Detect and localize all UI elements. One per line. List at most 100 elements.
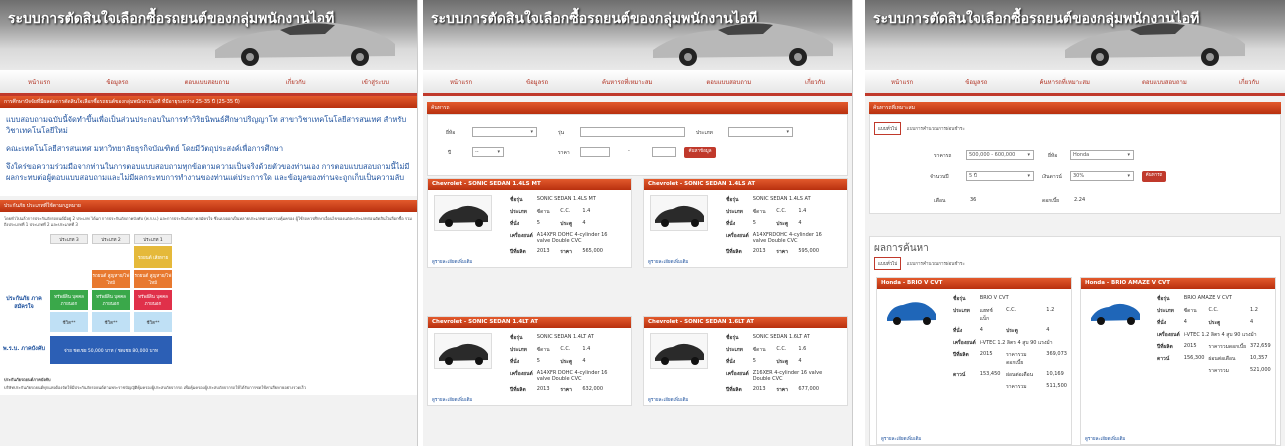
- car-spec-table: ชื่อรุ่น SONIC SEDAN 1.4LT AT ประเภท ซีดาน…: [510, 333, 617, 397]
- spec-label: ราคารวม: [1208, 368, 1229, 374]
- diagram-cell: ชีวิต**: [92, 312, 130, 332]
- spec-value: Z16XER 4-cylinder 16 valve Double CVC: [752, 370, 823, 382]
- nav-car-info[interactable]: ข้อมูลรถ: [106, 77, 128, 87]
- nav-home[interactable]: หน้าแรก: [28, 77, 50, 87]
- tab-general[interactable]: แบบทั่วไป: [874, 122, 902, 135]
- type-select[interactable]: ▾: [728, 127, 793, 137]
- spec-value: i-VTEC 1.2 ลิตร 4 สูบ 90 แรงม้า: [1183, 332, 1257, 338]
- price-label: ราคารถ: [934, 153, 952, 159]
- spec-label: ราคา: [776, 387, 788, 393]
- section-bar: การศึกษาปัจจัยที่มีผลต่อการตัดสินใจเลือก…: [0, 96, 417, 108]
- more-details-link[interactable]: ดูรายละเอียดเพิ่มเติม: [1085, 435, 1125, 442]
- nav-survey[interactable]: ตอบแบบสอบถาม: [185, 77, 230, 87]
- chevron-down-icon: ▾: [530, 129, 533, 135]
- car-card: Chevrolet - SONIC SEDAN 1.6LT AT ชื่อรุ่…: [643, 316, 848, 406]
- more-details-link[interactable]: ดูรายละเอียดเพิ่มเติม: [432, 258, 472, 265]
- price-max-input[interactable]: [652, 147, 676, 157]
- spec-value: 4: [582, 358, 586, 364]
- intro-paragraph: แบบสอบถามฉบับนี้จัดทำขึ้นเพื่อเป็นส่วนปร…: [6, 115, 407, 135]
- years-value: 5 ปี: [969, 173, 977, 179]
- spec-label: C.C.: [776, 346, 787, 352]
- nav-find-car[interactable]: ค้นหารถที่เหมาะสม: [602, 77, 652, 87]
- nav-car-info[interactable]: ข้อมูลรถ: [965, 77, 987, 87]
- nav-about[interactable]: เกี่ยวกับ: [1239, 77, 1259, 87]
- more-details-link[interactable]: ดูรายละเอียดเพิ่มเติม: [648, 396, 688, 403]
- spec-value: 2015: [1183, 343, 1197, 349]
- nav-survey[interactable]: ตอบแบบสอบถาม: [1142, 77, 1187, 87]
- spec-label: ดาวน์: [1157, 356, 1170, 362]
- nav-login[interactable]: เข้าสู่ระบบ: [362, 77, 389, 87]
- diagram-cell: รถยนต์ สูญหาย/ไฟไหม้: [134, 270, 172, 288]
- spec-label: ชื่อรุ่น: [953, 296, 966, 302]
- spec-value: 372,659: [1250, 343, 1271, 349]
- spec-label: ประตู: [560, 359, 573, 365]
- nav-about[interactable]: เกี่ยวกับ: [286, 77, 306, 87]
- nav-home[interactable]: หน้าแรก: [891, 77, 913, 87]
- spec-value: 5: [536, 220, 540, 226]
- year-select[interactable]: -- ▾: [472, 147, 504, 157]
- find-car-button[interactable]: ค้นหารถ: [1142, 171, 1166, 182]
- diagram-side-label: พ.ร.บ. ภาคบังคับ: [3, 346, 45, 352]
- spec-label: C.C.: [1006, 307, 1017, 313]
- spec-label: ผ่อนต่อเดือน: [1006, 372, 1034, 378]
- nav-home[interactable]: หน้าแรก: [450, 77, 472, 87]
- price-min-input[interactable]: [580, 147, 610, 157]
- spec-value: 153,450: [979, 371, 1001, 377]
- nav-find-car[interactable]: ค้นหารถที่เหมาะสม: [1040, 77, 1090, 87]
- spec-value: 565,000: [582, 248, 603, 254]
- results-section: ผลการค้นหา แบบทั่วไป แบบการคำนวณการผ่อนช…: [869, 236, 1281, 446]
- spec-label: ประตู: [560, 221, 573, 227]
- spec-label: เครื่องยนต์: [510, 371, 533, 377]
- price-label: ราคา: [558, 150, 570, 156]
- months-label: เดือน: [934, 198, 946, 204]
- spec-value: 5: [536, 358, 540, 364]
- brand-select[interactable]: Honda ▾: [1070, 150, 1134, 160]
- spec-value: 4: [582, 220, 586, 226]
- price-range-select[interactable]: 500,000 - 600,000 ▾: [966, 150, 1034, 160]
- model-input[interactable]: [580, 127, 685, 137]
- spec-value: 2013: [752, 386, 766, 392]
- tab-installment[interactable]: แบบการคำนวณการผ่อนชำระ: [907, 262, 965, 267]
- spec-label: ราคา: [560, 387, 572, 393]
- model-label: รุ่น: [558, 130, 565, 136]
- main-nav: หน้าแรก ข้อมูลรถ ค้นหารถที่เหมาะสม ตอบแบ…: [865, 70, 1285, 96]
- nav-survey[interactable]: ตอบแบบสอบถาม: [706, 77, 751, 87]
- more-details-link[interactable]: ดูรายละเอียดเพิ่มเติม: [432, 396, 472, 403]
- car-card-title: Chevrolet - SONIC SEDAN 1.6LT AT: [644, 317, 847, 328]
- down-select[interactable]: 30% ▾: [1070, 171, 1134, 181]
- car-photo: [434, 195, 492, 231]
- rate-value: 2.24: [1074, 197, 1086, 203]
- spec-value: 1.4: [582, 346, 591, 352]
- car-spec-table: ชื่อรุ่น BRIO V CVT ประเภท แฮทช์แบ็ก C.C. 1.…: [953, 294, 1071, 394]
- spec-value: ซีดาน: [536, 347, 550, 353]
- spec-value: ซีดาน: [1183, 308, 1197, 314]
- tab-general[interactable]: แบบทั่วไป: [874, 257, 902, 270]
- spec-value: 10,169: [1046, 371, 1064, 377]
- spec-value: 10,357: [1250, 355, 1268, 361]
- insurance-text: โดยทั่วไปแล้วการประกันภัยรถยนต์มีอยู่ 2 …: [0, 212, 417, 232]
- years-select[interactable]: 5 ปี ▾: [966, 171, 1034, 181]
- footer-text: บริษัทประกันภัยรถยนต์ทุกแห่งต้องจัดให้มี…: [4, 385, 307, 390]
- spec-label: เครื่องยนต์: [1157, 332, 1180, 338]
- spec-value: SONIC SEDAN 1.4LS AT: [752, 196, 811, 202]
- more-details-link[interactable]: ดูรายละเอียดเพิ่มเติม: [648, 258, 688, 265]
- search-button[interactable]: ค้นหาข้อมูล: [684, 147, 716, 158]
- insurance-bar: ประกันภัย ประเภทที่ใช้ตามกฎหมาย: [0, 200, 417, 212]
- col-header: ประเภท 3: [50, 234, 88, 244]
- spec-label: C.C.: [560, 346, 571, 352]
- range-dash: -: [628, 148, 630, 154]
- rate-label: ดอกเบี้ย: [1042, 198, 1060, 204]
- nav-about[interactable]: เกี่ยวกับ: [805, 77, 825, 87]
- recommend-form: แบบทั่วไป แบบการคำนวณการผ่อนชำระ ราคารถ …: [869, 114, 1281, 214]
- spec-value: 1.4: [798, 208, 807, 214]
- intro-paragraph: จึงใคร่ขอความร่วมมือจากท่านในการตอบแบบสอ…: [6, 162, 410, 182]
- car-photo: [883, 294, 941, 330]
- car-photo: [434, 333, 492, 369]
- spec-value: 1.2: [1046, 307, 1055, 313]
- brand-select[interactable]: ▾: [472, 127, 537, 137]
- nav-car-info[interactable]: ข้อมูลรถ: [526, 77, 548, 87]
- spec-label: เครื่องยนต์: [726, 371, 749, 377]
- more-details-link[interactable]: ดูรายละเอียดเพิ่มเติม: [881, 435, 921, 442]
- spec-label: C.C.: [560, 208, 571, 214]
- tab-installment[interactable]: แบบการคำนวณการผ่อนชำระ: [907, 127, 965, 132]
